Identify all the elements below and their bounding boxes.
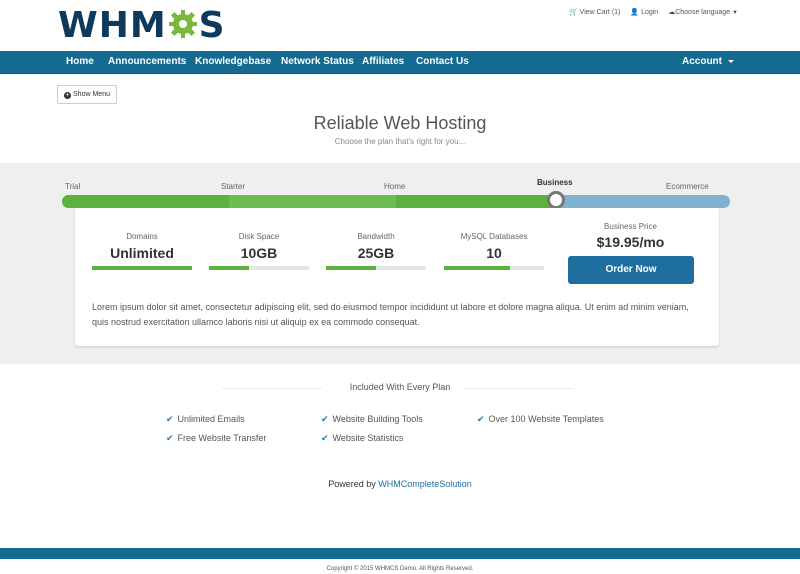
- feature-label: Website Statistics: [332, 433, 404, 443]
- stat-label: Disk Space: [238, 232, 280, 241]
- check-icon: ✔: [477, 414, 485, 424]
- plan-label-ecommerce[interactable]: Ecommerce: [666, 182, 709, 191]
- powered-by: Powered by WHMCompleteSolution: [0, 479, 800, 489]
- plan-slider-segment: [229, 195, 396, 208]
- login-label: Login: [641, 9, 659, 16]
- feature-label: Free Website Transfer: [177, 433, 267, 443]
- top-links: 🛒 View Cart (1) 👤 Login ☁Choose language…: [569, 8, 738, 16]
- logo-text-right: S: [198, 5, 226, 46]
- language-dropdown[interactable]: ☁Choose language ▼: [668, 8, 738, 16]
- price-value: $19.95/mo: [596, 234, 665, 250]
- view-cart-prefix: View: [579, 9, 595, 16]
- nav-account-label: Account: [682, 56, 722, 67]
- stat-bar-fill: [92, 266, 192, 270]
- stat-bandwidth: Bandwidth 25GB: [326, 232, 426, 270]
- nav-account-dropdown[interactable]: Account: [682, 51, 734, 73]
- nav-announcements[interactable]: Announcements: [108, 51, 186, 73]
- check-icon: ✔: [166, 433, 174, 443]
- stat-bar: [444, 266, 544, 270]
- stat-value: Unlimited: [110, 245, 174, 261]
- feature-item: ✔ Free Website Transfer: [166, 433, 266, 444]
- check-icon: ✔: [166, 414, 174, 424]
- chevron-down-icon: ▼: [732, 10, 738, 16]
- page-subtitle: Choose the plan that's right for you...: [334, 137, 466, 146]
- plan-label-trial[interactable]: Trial: [65, 182, 80, 191]
- stat-value: 25GB: [357, 245, 395, 261]
- feature-item: ✔ Unlimited Emails: [166, 414, 245, 425]
- included-title: Included With Every Plan: [349, 382, 451, 392]
- gear-icon: [168, 10, 197, 38]
- order-now-button[interactable]: Order Now: [568, 256, 694, 284]
- feature-label: Unlimited Emails: [177, 414, 245, 424]
- stat-bar-fill: [326, 266, 376, 270]
- plan-label-home[interactable]: Home: [384, 182, 405, 191]
- stat-mysql-databases: MySQL Databases 10: [444, 232, 544, 270]
- price-label: Business Price: [604, 222, 657, 231]
- view-cart-link[interactable]: 🛒 View Cart (1): [569, 8, 620, 16]
- logo-text-left: WHM: [58, 5, 167, 46]
- stat-bar: [209, 266, 309, 270]
- stat-disk-space: Disk Space 10GB: [209, 232, 309, 270]
- stat-label: Domains: [126, 232, 158, 241]
- nav-home[interactable]: Home: [66, 51, 94, 73]
- nav-knowledgebase[interactable]: Knowledgebase: [195, 51, 271, 73]
- plan-slider-track[interactable]: [62, 195, 730, 208]
- feature-label: Over 100 Website Templates: [488, 414, 604, 424]
- stat-bar-fill: [209, 266, 249, 270]
- stat-domains: Domains Unlimited: [92, 232, 192, 270]
- show-menu-button[interactable]: + Show Menu: [57, 85, 117, 104]
- stat-label: MySQL Databases: [460, 232, 528, 241]
- stat-bar: [326, 266, 426, 270]
- stat-label: Bandwidth: [357, 232, 395, 241]
- language-label: Choose language: [675, 9, 731, 16]
- plan-slider-segment: [396, 195, 400, 208]
- nav-contact-us[interactable]: Contact Us: [416, 51, 469, 73]
- copyright-text: Copyright © 2015 WHMCS Demo. All Rights …: [326, 566, 474, 572]
- plan-label-business[interactable]: Business: [537, 178, 573, 187]
- feature-item: ✔ Website Statistics: [321, 433, 403, 444]
- footer-bar: [0, 548, 800, 559]
- login-link[interactable]: 👤 Login: [630, 8, 658, 16]
- check-icon: ✔: [321, 414, 329, 424]
- user-icon: 👤: [630, 9, 640, 16]
- check-icon: ✔: [321, 433, 329, 443]
- plus-circle-icon: +: [64, 92, 72, 99]
- stat-bar: [92, 266, 192, 270]
- stat-bar-fill: [444, 266, 510, 270]
- view-cart-label: Cart (1): [596, 9, 621, 16]
- feature-item: ✔ Over 100 Website Templates: [477, 414, 604, 425]
- plan-description: Lorem ipsum dolor sit amet, consectetur …: [92, 302, 689, 327]
- feature-item: ✔ Website Building Tools: [321, 414, 423, 425]
- show-menu-label: Show Menu: [73, 91, 110, 98]
- nav-affiliates[interactable]: Affiliates: [362, 51, 404, 73]
- caret-down-icon: [728, 59, 734, 63]
- powered-by-link[interactable]: WHMCompleteSolution: [378, 479, 472, 489]
- stat-value: 10GB: [240, 245, 278, 261]
- feature-label: Website Building Tools: [332, 414, 423, 424]
- main-nav: Home Announcements Knowledgebase Network…: [0, 51, 800, 74]
- whmcs-logo[interactable]: WHM S: [58, 6, 226, 46]
- plan-details-card: Domains Unlimited Disk Space 10GB Bandwi…: [75, 208, 719, 346]
- cart-icon: 🛒: [568, 9, 578, 16]
- page-title: Reliable Web Hosting: [313, 113, 487, 133]
- powered-by-prefix: Powered by: [328, 479, 376, 489]
- stat-value: 10: [486, 245, 502, 261]
- plan-label-starter[interactable]: Starter: [221, 182, 245, 191]
- nav-network-status[interactable]: Network Status: [281, 51, 354, 73]
